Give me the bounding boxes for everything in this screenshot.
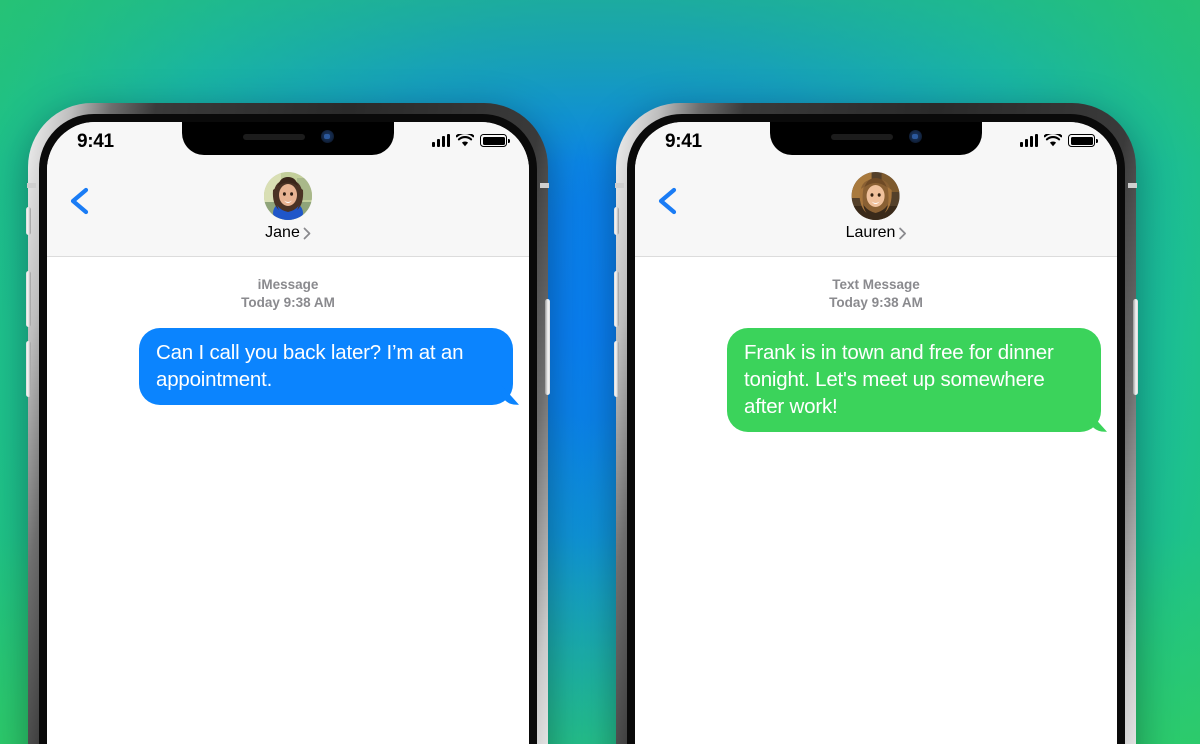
phone-device-left: 9:41 Jane iMessage Today 9:38 AM Can I c… [26, 103, 550, 744]
cellular-signal-icon [432, 134, 450, 147]
back-chevron-icon[interactable] [65, 186, 95, 216]
status-indicators [432, 134, 510, 147]
message-kind-label: iMessage [257, 277, 319, 292]
chevron-right-icon [303, 227, 311, 239]
power-button[interactable] [545, 299, 550, 395]
status-indicators [1020, 134, 1098, 147]
antenna-line [27, 183, 36, 188]
phone-bezel-left: 9:41 Jane iMessage Today 9:38 AM Can I c… [39, 114, 537, 744]
message-timestamp: Today 9:38 AM [241, 294, 335, 310]
message-row: Frank is in town and free for dinner ton… [651, 327, 1101, 432]
message-row: Can I call you back later? I’m at an app… [63, 327, 513, 405]
phone-bezel-right: 9:41 Lauren Text Message Today 9:38 AM F… [627, 114, 1125, 744]
conversation-navbar: Jane [47, 166, 529, 257]
antenna-line [615, 183, 624, 188]
status-time: 9:41 [77, 131, 114, 152]
earpiece-speaker-icon [830, 133, 893, 140]
notch [770, 122, 982, 155]
cellular-signal-icon [1020, 134, 1038, 147]
contact-name-label: Jane [265, 224, 300, 241]
phone-screen-right: 9:41 Lauren Text Message Today 9:38 AM F… [635, 122, 1117, 744]
antenna-line [1128, 183, 1137, 188]
front-camera-icon [320, 130, 334, 143]
screenshot-stage: 9:41 Jane iMessage Today 9:38 AM Can I c… [0, 0, 1200, 744]
contact-name-label: Lauren [845, 224, 896, 241]
volume-up-button[interactable] [614, 271, 619, 327]
contact-name-row[interactable]: Lauren [846, 224, 907, 242]
volume-down-button[interactable] [614, 341, 619, 397]
message-meta: Text Message Today 9:38 AM [651, 276, 1101, 312]
notch [182, 122, 394, 155]
antenna-line [540, 183, 549, 188]
front-camera-icon [908, 130, 922, 143]
message-bubble-outgoing[interactable]: Can I call you back later? I’m at an app… [139, 327, 513, 405]
contact-header[interactable]: Jane [264, 172, 312, 242]
chevron-right-icon [899, 227, 906, 239]
message-list: iMessage Today 9:38 AM Can I call you ba… [47, 257, 529, 737]
wifi-icon [456, 134, 474, 147]
message-meta: iMessage Today 9:38 AM [63, 276, 513, 312]
power-button[interactable] [1133, 299, 1138, 395]
battery-full-icon [480, 134, 510, 147]
message-timestamp: Today 9:38 AM [829, 294, 923, 310]
conversation-navbar: Lauren [635, 166, 1117, 257]
contact-name-row[interactable]: Jane [265, 224, 311, 242]
battery-full-icon [1068, 134, 1098, 147]
message-list: Text Message Today 9:38 AM Frank is in t… [635, 257, 1117, 737]
silence-switch[interactable] [26, 207, 31, 235]
volume-down-button[interactable] [26, 341, 31, 397]
volume-up-button[interactable] [26, 271, 31, 327]
message-kind-label: Text Message [832, 277, 920, 292]
phone-screen-left: 9:41 Jane iMessage Today 9:38 AM Can I c… [47, 122, 529, 744]
message-input-toolbar: Text Message [635, 737, 1117, 744]
contact-header[interactable]: Lauren [846, 172, 907, 242]
silence-switch[interactable] [614, 207, 619, 235]
avatar[interactable] [851, 172, 900, 220]
earpiece-speaker-icon [242, 133, 305, 140]
message-bubble-outgoing[interactable]: Frank is in town and free for dinner ton… [727, 327, 1101, 432]
status-time: 9:41 [665, 131, 702, 152]
avatar[interactable] [264, 172, 312, 220]
phone-device-right: 9:41 Lauren Text Message Today 9:38 AM F… [614, 103, 1138, 744]
wifi-icon [1044, 134, 1062, 147]
message-input-toolbar: iMessage [47, 737, 529, 744]
back-chevron-icon[interactable] [653, 186, 683, 216]
